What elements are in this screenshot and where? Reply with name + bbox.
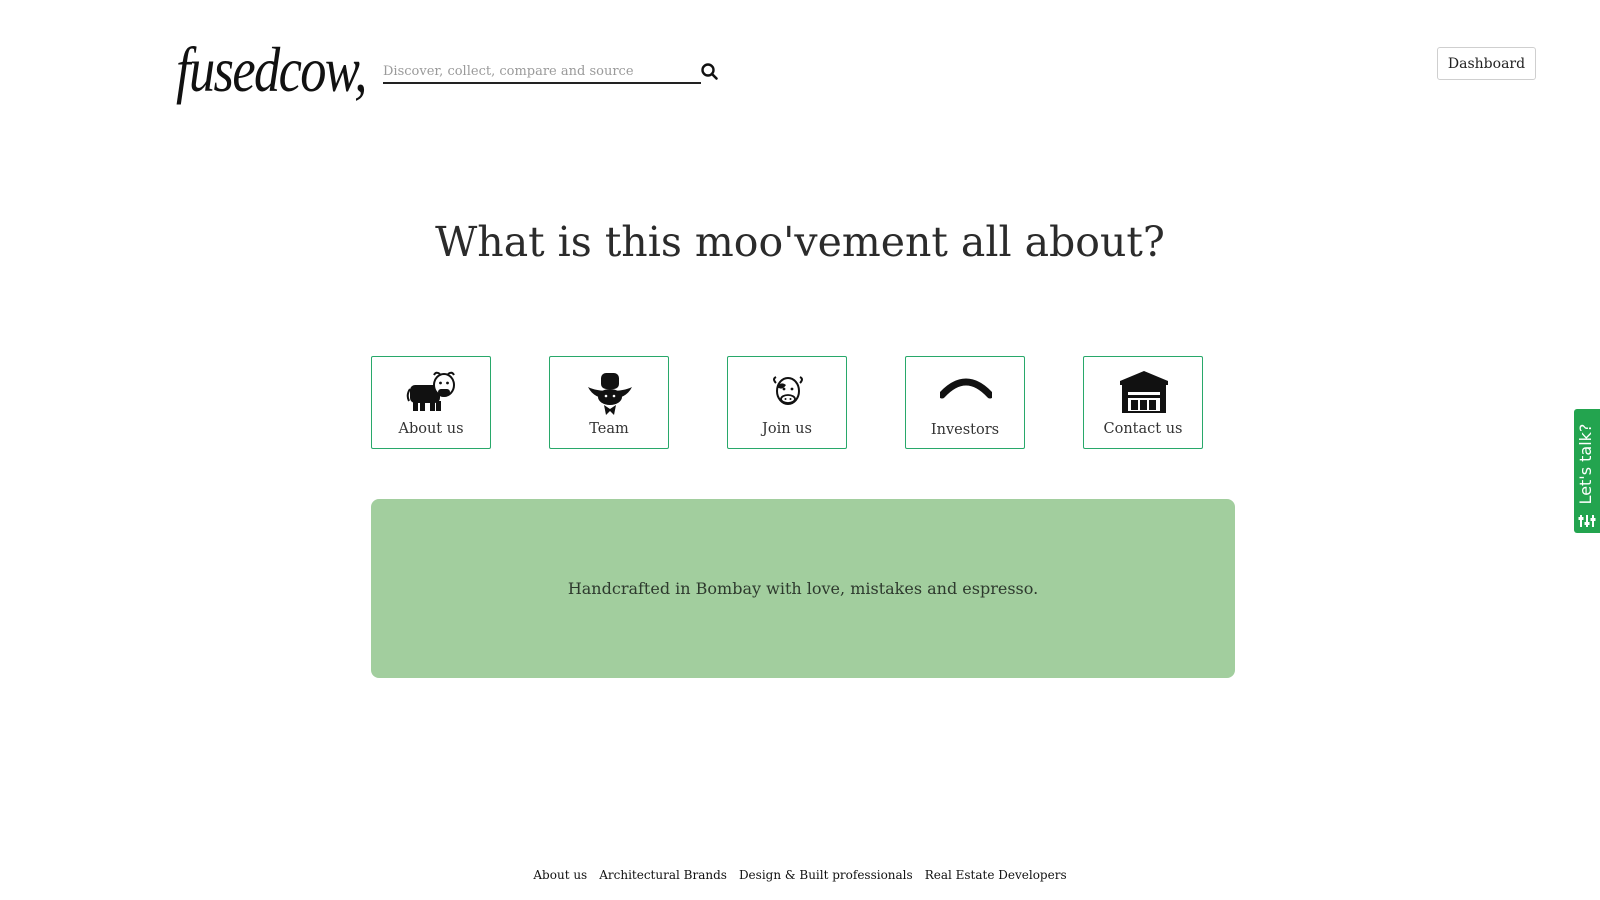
tile-label: About us <box>398 421 464 437</box>
footer-link-architectural-brands[interactable]: Architectural Brands <box>599 868 727 882</box>
tile-team[interactable]: Team <box>549 356 669 449</box>
tile-investors[interactable]: Investors <box>905 356 1025 449</box>
lets-talk-label: Let's talk? <box>1576 423 1595 505</box>
footer-link-design-built-professionals[interactable]: Design & Built professionals <box>739 868 913 882</box>
tile-about-us[interactable]: About us <box>371 356 491 449</box>
tile-label: Investors <box>930 422 1000 438</box>
tile-label: Join us <box>762 421 812 437</box>
tile-label: Team <box>589 421 629 437</box>
footer-link-real-estate-developers[interactable]: Real Estate Developers <box>925 868 1067 882</box>
footer-links: About us Architectural Brands Design & B… <box>0 868 1600 882</box>
cow-face-icon <box>773 376 803 405</box>
logo[interactable]: fusedcow, <box>176 38 367 102</box>
search-input[interactable] <box>383 63 683 79</box>
footer-link-about-us[interactable]: About us <box>533 868 587 882</box>
lets-talk-tab[interactable]: Let's talk? <box>1574 409 1600 533</box>
banner-text: Handcrafted in Bombay with love, mistake… <box>567 579 1039 598</box>
page-title: What is this moo'vement all about? <box>435 218 1165 266</box>
dashboard-button[interactable]: Dashboard <box>1437 47 1536 80</box>
barn-icon <box>1120 371 1168 413</box>
tile-join-us[interactable]: Join us <box>727 356 847 449</box>
sliders-icon <box>1578 515 1596 527</box>
search-icon[interactable] <box>700 62 720 82</box>
cowboy-icon <box>588 373 632 415</box>
arc-icon <box>940 378 992 399</box>
info-banner: Handcrafted in Bombay with love, mistake… <box>371 499 1235 678</box>
tile-contact-us[interactable]: Contact us <box>1083 356 1203 449</box>
cow-icon <box>406 371 455 411</box>
search-bar <box>383 60 701 84</box>
tile-label: Contact us <box>1103 421 1183 437</box>
